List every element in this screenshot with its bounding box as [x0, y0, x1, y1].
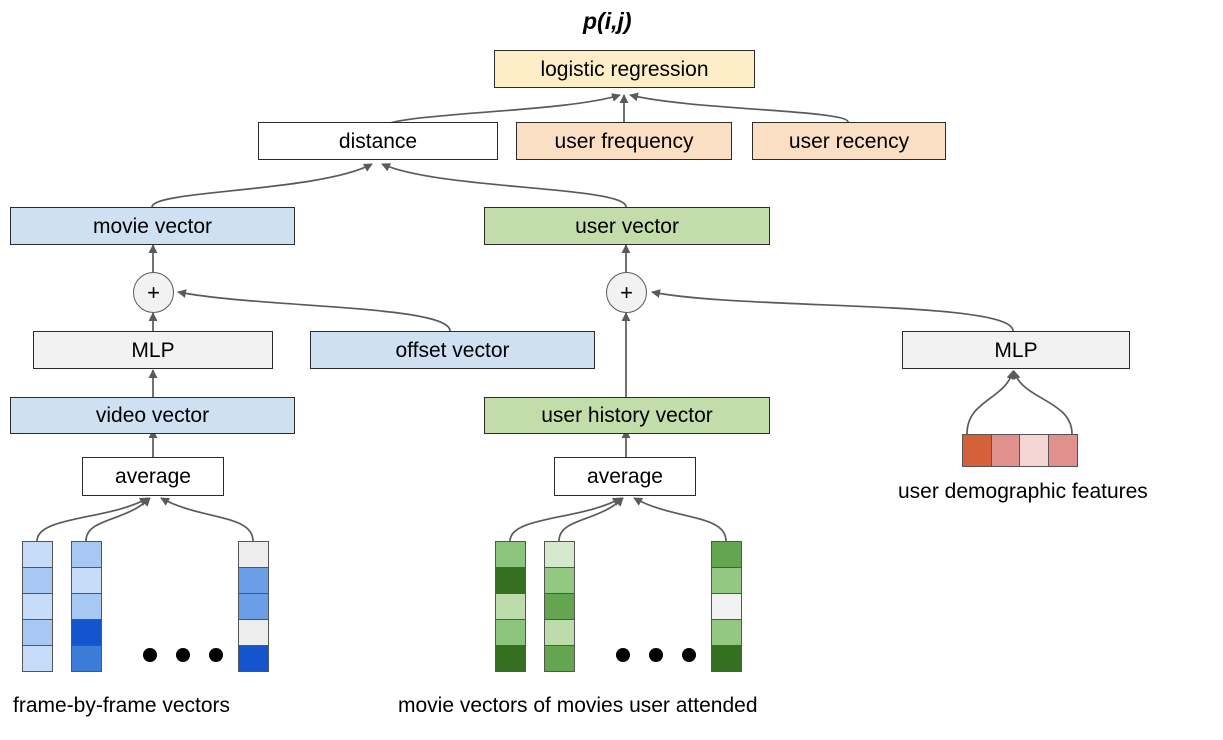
frame-vector-2-cell-3	[71, 592, 102, 621]
node-average-frames[interactable]: average	[82, 457, 224, 496]
frame-vector-n-cell-4	[238, 618, 269, 647]
node-add-operator-user[interactable]: +	[606, 272, 647, 313]
output-probability-label: p(i,j)	[583, 8, 632, 34]
demographic-feature-row-cell-1	[962, 434, 992, 467]
movie-vector-1-cell-5	[495, 644, 526, 672]
frame-vector-n-cell-2	[238, 566, 269, 595]
node-user-history-vector[interactable]: user history vector	[484, 397, 770, 434]
diagram-canvas: p(i,j) logistic regression distance user…	[0, 0, 1223, 740]
edge-layer	[36, 92, 1073, 542]
node-add-operator-movie[interactable]: +	[133, 272, 174, 313]
node-mlp-demographic[interactable]: MLP	[902, 331, 1130, 369]
node-video-vector[interactable]: video vector	[10, 397, 295, 434]
caption-frame-by-frame-vectors: frame-by-frame vectors	[13, 694, 231, 717]
demographic-feature-row-cell-4	[1048, 434, 1078, 467]
movie-vector-1-cell-4	[495, 618, 526, 647]
frame-vector-2-cell-2	[71, 566, 102, 595]
frame-vector-1-cell-1	[22, 541, 53, 569]
movie-vector-n-cell-3	[711, 592, 742, 621]
node-user-vector[interactable]: user vector	[484, 207, 770, 245]
node-mlp-movie[interactable]: MLP	[33, 331, 273, 369]
movie-vector-n-cell-1	[711, 541, 742, 569]
movie-vector-1-cell-3	[495, 592, 526, 621]
movie-vector-column-2	[544, 541, 575, 672]
demographic-feature-row	[962, 434, 1078, 467]
node-offset-vector[interactable]: offset vector	[310, 331, 595, 369]
frame-vector-2-cell-1	[71, 541, 102, 569]
frame-vector-column-1	[22, 541, 53, 672]
node-user-frequency[interactable]: user frequency	[516, 122, 732, 160]
frame-vector-1-cell-4	[22, 618, 53, 647]
movie-vectors-ellipsis	[616, 648, 696, 662]
frame-vector-column-n	[238, 541, 269, 672]
movie-vector-2-cell-1	[544, 541, 575, 569]
frame-vector-1-cell-2	[22, 566, 53, 595]
frame-vector-column-2	[71, 541, 102, 672]
frame-vectors-ellipsis	[143, 648, 223, 662]
movie-vector-1-cell-2	[495, 566, 526, 595]
movie-vector-column-n	[711, 541, 742, 672]
frame-vector-n-cell-5	[238, 644, 269, 672]
movie-vector-n-cell-5	[711, 644, 742, 672]
demographic-feature-row-cell-3	[1019, 434, 1050, 467]
movie-vector-column-1	[495, 541, 526, 672]
caption-movie-vectors: movie vectors of movies user attended	[398, 694, 758, 717]
frame-vector-2-cell-5	[71, 644, 102, 672]
movie-vector-2-cell-5	[544, 644, 575, 672]
movie-vector-2-cell-3	[544, 592, 575, 621]
frame-vector-2-cell-4	[71, 618, 102, 647]
movie-vector-2-cell-4	[544, 618, 575, 647]
frame-vector-n-cell-1	[238, 541, 269, 569]
frame-vector-1-cell-3	[22, 592, 53, 621]
movie-vector-2-cell-2	[544, 566, 575, 595]
movie-vector-1-cell-1	[495, 541, 526, 569]
node-movie-vector[interactable]: movie vector	[10, 207, 295, 245]
node-distance[interactable]: distance	[258, 122, 498, 160]
node-average-movies[interactable]: average	[554, 457, 696, 496]
movie-vector-n-cell-2	[711, 566, 742, 595]
frame-vector-n-cell-3	[238, 592, 269, 621]
demographic-feature-row-cell-2	[990, 434, 1021, 467]
node-logistic-regression[interactable]: logistic regression	[494, 50, 755, 88]
frame-vector-1-cell-5	[22, 644, 53, 672]
movie-vector-n-cell-4	[711, 618, 742, 647]
caption-user-demographic-features: user demographic features	[898, 480, 1148, 503]
node-user-recency[interactable]: user recency	[752, 122, 946, 160]
